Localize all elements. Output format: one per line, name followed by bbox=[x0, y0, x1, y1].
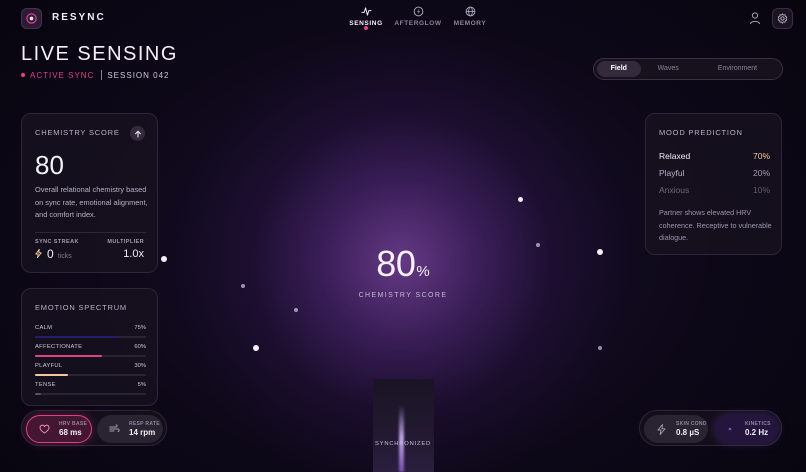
metric-label: SKIN COND bbox=[676, 421, 707, 427]
mood-percent: 20% bbox=[752, 168, 770, 178]
main-nav: SENSING AFTERGLOW MEMORY bbox=[340, 6, 496, 30]
emotion-spectrum-card: EMOTION SPECTRUM CALM 75% AFFECTIONATE 60% P… bbox=[21, 288, 158, 406]
status-dot bbox=[21, 73, 25, 77]
emotion-bar-fill bbox=[35, 393, 41, 395]
logo-icon[interactable] bbox=[21, 8, 42, 29]
emotion-bar-track bbox=[35, 336, 146, 338]
metric-value: 68 ms bbox=[59, 428, 82, 437]
circle-bolt-icon bbox=[413, 6, 423, 17]
nav-memory[interactable]: MEMORY bbox=[444, 6, 496, 30]
center-score: 80% bbox=[0, 243, 806, 285]
mood-percent: 70% bbox=[752, 151, 770, 161]
user-icon[interactable] bbox=[749, 11, 761, 25]
emotion-name: CALM bbox=[35, 325, 53, 331]
chemistry-value: 80 bbox=[35, 150, 64, 180]
metric-value: 0.8 µS bbox=[676, 428, 700, 437]
mood-prediction-card: MOOD PREDICTION Relaxed 70% Playful 20% … bbox=[645, 113, 782, 255]
top-bar: RESYNC SENSING AFTERGLOW MEMORY bbox=[0, 0, 806, 36]
arrow-up-icon bbox=[134, 130, 141, 138]
session-label: SESSION 042 bbox=[107, 70, 170, 80]
view-option-waves[interactable]: Waves bbox=[641, 61, 696, 77]
globe-icon bbox=[465, 6, 475, 17]
mood-name: Playful bbox=[659, 168, 685, 178]
card-title: EMOTION SPECTRUM bbox=[35, 303, 127, 312]
emotion-name: PLAYFUL bbox=[35, 363, 63, 369]
emotion-percent: 75% bbox=[134, 325, 146, 331]
bolt-icon bbox=[654, 422, 668, 436]
metric-label: KINETICS bbox=[745, 421, 771, 427]
divider bbox=[101, 70, 103, 80]
center-score-label: CHEMISTRY SCORE bbox=[358, 292, 448, 299]
emotion-name: TENSE bbox=[35, 382, 56, 388]
emotion-bar-fill bbox=[35, 336, 119, 338]
kinetics-metric[interactable]: KINETICS 0.2 Hz bbox=[715, 415, 778, 443]
mood-name: Anxious bbox=[659, 185, 690, 195]
emotion-bar-track bbox=[35, 355, 146, 357]
particle bbox=[598, 346, 602, 350]
mood-name: Relaxed bbox=[659, 151, 691, 161]
mood-note: Partner shows elevated HRV coherence. Re… bbox=[659, 208, 772, 242]
page-title: LIVE SENSING bbox=[21, 43, 178, 65]
gear-icon bbox=[777, 13, 788, 24]
particle bbox=[294, 308, 298, 312]
sync-beam bbox=[399, 405, 404, 472]
heart-icon bbox=[37, 422, 51, 436]
metrics-right-group: SKIN COND 0.8 µS KINETICS 0.2 Hz bbox=[639, 410, 782, 446]
chemistry-description: Overall relational chemistry based on sy… bbox=[35, 185, 148, 219]
metric-value: 14 rpm bbox=[129, 428, 156, 437]
active-indicator bbox=[364, 26, 368, 30]
card-title: CHEMISTRY SCORE bbox=[35, 128, 120, 137]
particle bbox=[253, 345, 259, 351]
pulse-icon bbox=[360, 7, 372, 16]
motion-icon bbox=[723, 422, 737, 436]
metric-value: 0.2 Hz bbox=[745, 428, 769, 437]
emotion-percent: 30% bbox=[134, 363, 146, 369]
emotion-bar-track bbox=[35, 393, 146, 395]
nav-sensing[interactable]: SENSING bbox=[340, 6, 392, 30]
metric-label: HRV BASE bbox=[59, 421, 88, 427]
view-option-field[interactable]: Field bbox=[597, 61, 641, 77]
emotion-bar-fill bbox=[35, 355, 102, 357]
center-score-value: 80 bbox=[376, 243, 416, 284]
resp-rate-metric[interactable]: RESP RATE 14 rpm bbox=[97, 415, 163, 443]
session-status: ACTIVE SYNC SESSION 042 bbox=[21, 70, 169, 80]
skin-cond-metric[interactable]: SKIN COND 0.8 µS bbox=[644, 415, 708, 443]
mood-percent: 10% bbox=[752, 185, 770, 195]
center-score-unit: % bbox=[416, 263, 430, 280]
divider bbox=[35, 232, 146, 233]
metrics-left-group: HRV BASE 68 ms RESP RATE 14 rpm bbox=[21, 410, 167, 446]
card-title: MOOD PREDICTION bbox=[659, 128, 743, 137]
metric-label: RESP RATE bbox=[129, 421, 160, 427]
hrv-base-metric[interactable]: HRV BASE 68 ms bbox=[26, 415, 92, 443]
emotion-percent: 60% bbox=[134, 344, 146, 350]
emotion-name: AFFECTIONATE bbox=[35, 344, 83, 350]
emotion-bar-track bbox=[35, 374, 146, 376]
emotion-bar-fill bbox=[35, 374, 69, 376]
view-toggle: Field Waves Environment bbox=[593, 58, 783, 80]
wind-icon bbox=[107, 422, 121, 436]
emotion-percent: 5% bbox=[137, 382, 146, 388]
view-option-environment[interactable]: Environment bbox=[696, 61, 779, 77]
particle bbox=[518, 197, 523, 202]
status-badge: ACTIVE SYNC bbox=[30, 70, 95, 80]
expand-button[interactable] bbox=[130, 126, 145, 141]
settings-button[interactable] bbox=[772, 8, 793, 29]
nav-afterglow[interactable]: AFTERGLOW bbox=[392, 6, 444, 30]
brand-name: RESYNC bbox=[52, 12, 106, 23]
